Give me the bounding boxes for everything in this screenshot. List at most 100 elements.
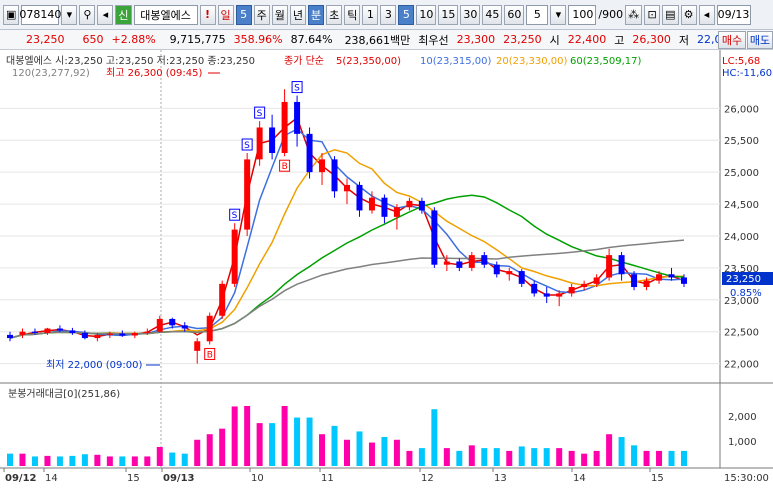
minute-10[interactable]: 10	[416, 4, 437, 25]
candle	[568, 287, 575, 294]
volume-bar	[443, 448, 450, 466]
volume-bar	[506, 450, 513, 466]
candle	[56, 328, 63, 331]
candle	[44, 328, 51, 333]
legend-ma60: 60(23,509,17)	[570, 56, 642, 67]
stock-name-field[interactable]: 대봉엘에스	[133, 4, 198, 25]
volume-bar	[481, 448, 488, 466]
prev-date-icon[interactable]: ◂	[698, 4, 715, 25]
tab-week[interactable]: 주	[253, 4, 270, 25]
stock-code-input[interactable]: 078140	[19, 4, 61, 25]
interval-input[interactable]: 5	[526, 4, 549, 25]
tab-minute[interactable]: 분	[308, 4, 325, 25]
candle	[256, 127, 263, 160]
volume-bar	[294, 417, 301, 466]
prev-icon[interactable]: ◂	[97, 4, 114, 25]
time-axis-label: 09/13	[163, 473, 195, 484]
time-axis-label: 15	[651, 473, 664, 484]
signal-label: S	[257, 109, 263, 119]
candle	[219, 283, 226, 316]
minute-60[interactable]: 60	[504, 4, 525, 25]
volume-bar	[94, 454, 101, 466]
candle	[493, 264, 500, 275]
volume-bar	[281, 406, 288, 466]
price-axis-label: 25,500	[724, 136, 759, 147]
signal-label: B	[282, 162, 288, 172]
minute-5[interactable]: 5	[398, 4, 415, 25]
high-annotation: 최고 26,300 (09:45)	[106, 67, 202, 79]
signal-label: S	[232, 211, 238, 221]
price-axis-label: 24,000	[724, 232, 759, 243]
alert-button[interactable]: !	[199, 4, 216, 25]
volume-bar	[606, 434, 613, 466]
time-axis-label: 09/12	[5, 473, 37, 484]
minute-3[interactable]: 3	[380, 4, 397, 25]
chart-area[interactable]: B S S S B S 대봉엘에스 시:23,250 고:23,250 저:23,250 …	[0, 50, 773, 485]
search-icon[interactable]: ⚲	[79, 4, 96, 25]
tab-year[interactable]: 년	[289, 4, 307, 25]
candle	[456, 261, 463, 268]
window-icon[interactable]: ▣	[3, 4, 20, 25]
tab-tick[interactable]: 틱	[344, 4, 361, 25]
volume-bar	[581, 453, 588, 466]
tab-month[interactable]: 월	[271, 4, 288, 25]
candle	[431, 210, 438, 265]
price-change: 650	[82, 33, 104, 46]
price-chart[interactable]: B S S S B S 대봉엘에스 시:23,250 고:23,250 저:23,250 …	[0, 50, 773, 485]
candle	[606, 255, 613, 278]
high-label: 고	[614, 33, 625, 47]
volume-bar	[169, 452, 176, 466]
volume: 9,715,775	[169, 33, 226, 46]
minute-30[interactable]: 30	[460, 4, 481, 25]
time-axis-label: 11	[321, 473, 334, 484]
price-axis-label: 22,000	[724, 360, 759, 371]
candle	[618, 255, 625, 275]
volume-axis-2000: 2,000	[728, 412, 757, 423]
candle	[7, 334, 13, 339]
buy-button[interactable]: 매수	[718, 31, 746, 49]
minute-15[interactable]: 15	[438, 4, 459, 25]
time-axis-label: 13	[494, 473, 507, 484]
count-input[interactable]: 100	[568, 4, 597, 25]
period-value[interactable]: 5	[235, 4, 252, 25]
legend-ma5: 5(23,350,00)	[336, 56, 401, 67]
candle	[119, 333, 126, 336]
lock-icon[interactable]: ⊡	[644, 4, 661, 25]
open-label: 시	[549, 33, 560, 47]
volume-bar	[119, 456, 126, 466]
volume-bar	[631, 445, 638, 466]
candle	[368, 197, 375, 211]
candle	[581, 283, 588, 288]
volume-bar	[44, 455, 51, 466]
interval-dropdown-icon[interactable]: ▾	[550, 4, 567, 25]
minute-1[interactable]: 1	[362, 4, 379, 25]
candle	[144, 331, 151, 333]
candle	[443, 261, 450, 265]
time-axis-label: 14	[45, 473, 58, 484]
volume-bar	[319, 434, 326, 466]
period-day-button[interactable]: 일	[217, 4, 234, 25]
current-pct-tag: 0.85%	[730, 288, 762, 299]
candle	[181, 325, 188, 329]
volume-bar	[344, 439, 350, 466]
current-price-tag: 23,250	[726, 274, 761, 285]
candle	[69, 330, 76, 333]
indicator-icon[interactable]: ⁂	[625, 4, 643, 25]
save-icon[interactable]: ▤	[662, 4, 679, 25]
candle	[131, 332, 138, 336]
legend-ma-type: 종가 단순	[284, 55, 324, 67]
gear-icon[interactable]: ⚙	[680, 4, 697, 25]
legend-title: 대봉엘에스 시:23,250 고:23,250 저:23,250 종:23,25…	[6, 54, 255, 67]
volume-bar	[431, 409, 438, 466]
volume-bar	[256, 423, 263, 466]
date-field[interactable]: 09/13	[716, 4, 751, 25]
minute-45[interactable]: 45	[482, 4, 503, 25]
candle	[231, 229, 238, 284]
sell-button[interactable]: 매도	[747, 31, 773, 49]
volume-bar	[181, 453, 188, 466]
volume-bar	[406, 450, 413, 466]
tab-second[interactable]: 초	[326, 4, 343, 25]
volume-bar	[356, 431, 363, 466]
code-dropdown-icon[interactable]: ▾	[61, 4, 78, 25]
count-max: /900	[598, 8, 624, 21]
